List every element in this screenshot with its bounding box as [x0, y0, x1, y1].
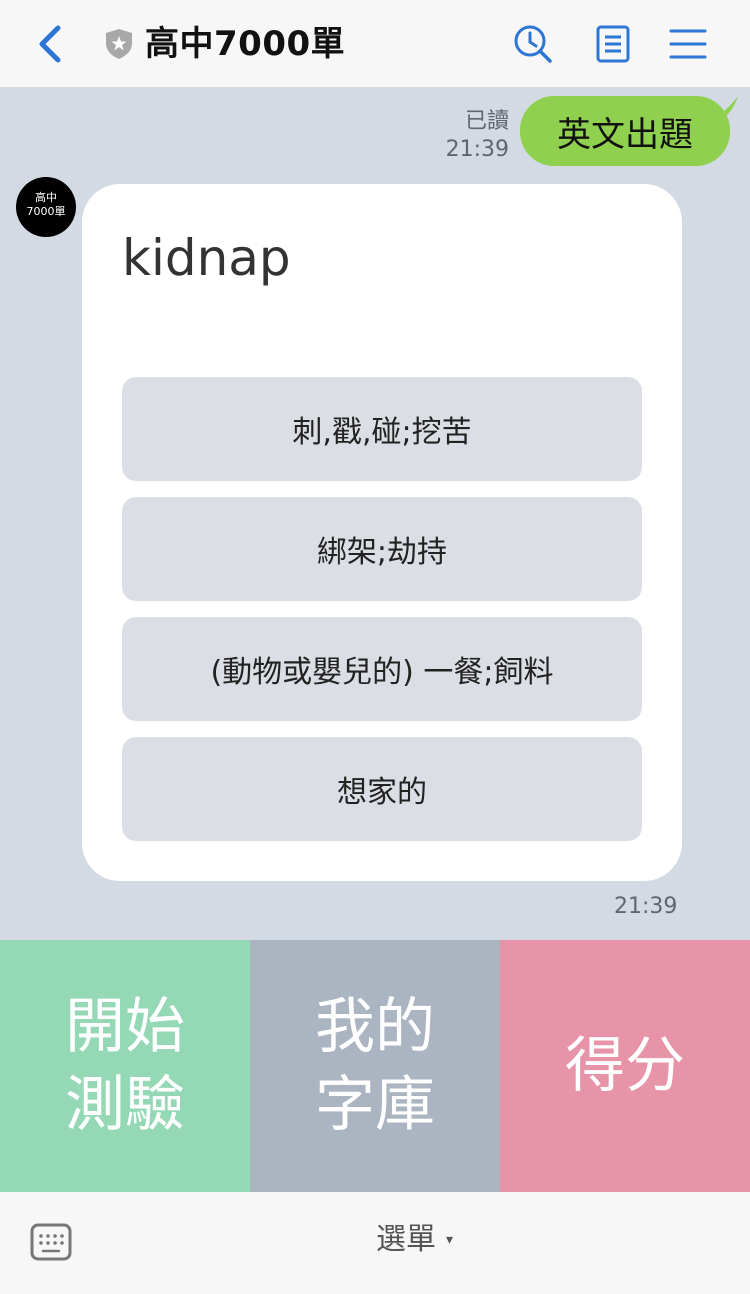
hamburger-menu-icon[interactable]	[668, 24, 708, 64]
avatar-line2: 7000單	[26, 205, 66, 218]
official-account-shield-icon	[106, 29, 132, 59]
menu-toggle-label[interactable]: 選單	[376, 1220, 436, 1260]
incoming-message-time: 21:39	[614, 894, 678, 919]
quiz-option-2[interactable]: 綁架;劫持	[122, 497, 642, 601]
bottom-bar: 選單 ▾	[0, 1192, 750, 1294]
quiz-card: kidnap 刺,戳,碰;挖苦 綁架;劫持 (動物或嬰兒的) 一餐;飼料 想家的	[82, 184, 682, 881]
keyboard-icon[interactable]	[30, 1222, 72, 1262]
back-icon[interactable]	[30, 22, 74, 66]
score-label: 得分	[565, 1031, 685, 1101]
chat-title: 高中7000單	[145, 24, 346, 64]
start-quiz-label-line1: 開始	[65, 992, 185, 1062]
search-history-icon[interactable]	[513, 24, 553, 64]
score-button[interactable]: 得分	[500, 940, 750, 1192]
quiz-option-4[interactable]: 想家的	[122, 737, 642, 841]
avatar[interactable]: 高中 7000單	[16, 177, 76, 237]
outgoing-message-bubble[interactable]: 英文出題	[520, 96, 730, 166]
avatar-line1: 高中	[35, 191, 57, 204]
my-wordbank-label-line1: 我的	[315, 992, 435, 1062]
quiz-option-3[interactable]: (動物或嬰兒的) 一餐;飼料	[122, 617, 642, 721]
start-quiz-button[interactable]: 開始 測驗	[0, 940, 250, 1192]
note-icon[interactable]	[593, 24, 633, 64]
chat-header: 高中7000單	[0, 0, 750, 88]
start-quiz-label-line2: 測驗	[65, 1070, 185, 1140]
my-wordbank-button[interactable]: 我的 字庫	[250, 940, 500, 1192]
quiz-option-1[interactable]: 刺,戳,碰;挖苦	[122, 377, 642, 481]
read-status: 已讀	[464, 109, 509, 134]
my-wordbank-label-line2: 字庫	[315, 1070, 435, 1140]
outgoing-message-time: 21:39	[445, 137, 509, 162]
quiz-word: kidnap	[122, 229, 291, 287]
chevron-down-icon[interactable]: ▾	[446, 1232, 453, 1248]
